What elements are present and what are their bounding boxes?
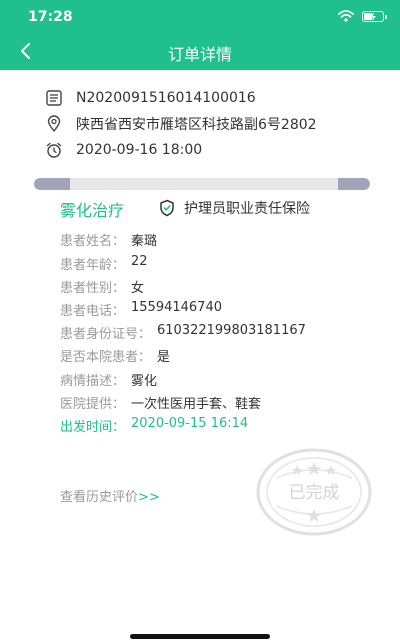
detail-label: 患者电话：	[60, 304, 126, 319]
detail-label: 出发时间：	[60, 420, 126, 435]
review-link-arrow: >>	[138, 490, 160, 505]
page-title: 订单详情	[167, 45, 232, 64]
status-progress-bar	[34, 178, 370, 190]
review-link-label: 查看历史评价	[60, 490, 139, 505]
order-number: N2020091516014100016	[76, 90, 256, 106]
order-number-row: N2020091516014100016	[44, 88, 256, 108]
detail-label: 患者身份证号：	[60, 327, 152, 342]
status-icons	[338, 10, 387, 22]
insurance-badge: 护理员职业责任保险	[158, 198, 310, 218]
document-icon	[44, 88, 64, 108]
detail-row: 患者年龄： 22	[60, 254, 148, 273]
detail-value: 22	[131, 254, 148, 269]
detail-label: 是否本院患者：	[60, 350, 152, 365]
alarm-clock-icon	[44, 140, 64, 160]
detail-row: 患者姓名： 秦璐	[60, 230, 157, 249]
detail-value: 雾化	[131, 374, 158, 389]
detail-row: 患者身份证号： 610322199803181167	[60, 323, 306, 342]
detail-value: 15594146740	[131, 300, 222, 315]
insurance-label: 护理员职业责任保险	[184, 201, 310, 217]
address-row: 陕西省西安市雁塔区科技路副6号2802	[44, 114, 317, 134]
stamp-text: 已完成	[289, 483, 340, 503]
view-review-history-link[interactable]: 查看历史评价>>	[60, 486, 160, 505]
detail-row: 患者性别： 女	[60, 277, 144, 296]
completed-stamp: 已完成	[256, 448, 372, 536]
service-datetime: 2020-09-16 18:00	[76, 142, 203, 158]
detail-value: 2020-09-15 16:14	[131, 416, 249, 431]
datetime-row: 2020-09-16 18:00	[44, 140, 202, 160]
detail-value: 一次性医用手套、鞋套	[131, 397, 262, 412]
detail-row: 医院提供： 一次性医用手套、鞋套	[60, 393, 261, 412]
detail-label: 患者年龄：	[60, 258, 126, 273]
app-header: 17:28 订单详情	[0, 0, 400, 70]
location-pin-icon	[44, 114, 64, 134]
service-address: 陕西省西安市雁塔区科技路副6号2802	[76, 117, 317, 133]
detail-label: 医院提供：	[60, 397, 126, 412]
detail-row: 是否本院患者： 是	[60, 346, 170, 365]
shield-icon	[160, 199, 174, 217]
detail-label: 患者姓名：	[60, 234, 126, 249]
detail-value: 是	[157, 350, 171, 365]
service-name: 雾化治疗	[60, 201, 125, 220]
status-time: 17:28	[28, 9, 73, 25]
detail-row: 患者电话： 15594146740	[60, 300, 222, 319]
wifi-icon	[338, 10, 354, 22]
detail-row: 病情描述： 雾化	[60, 370, 157, 389]
detail-value: 610322199803181167	[157, 323, 306, 338]
departure-time-row: 出发时间： 2020-09-15 16:14	[60, 416, 248, 435]
detail-label: 病情描述：	[60, 374, 126, 389]
detail-value: 女	[131, 281, 145, 296]
detail-value: 秦璐	[131, 234, 158, 249]
home-indicator	[130, 634, 270, 639]
detail-label: 患者性别：	[60, 281, 126, 296]
battery-icon	[362, 10, 387, 22]
